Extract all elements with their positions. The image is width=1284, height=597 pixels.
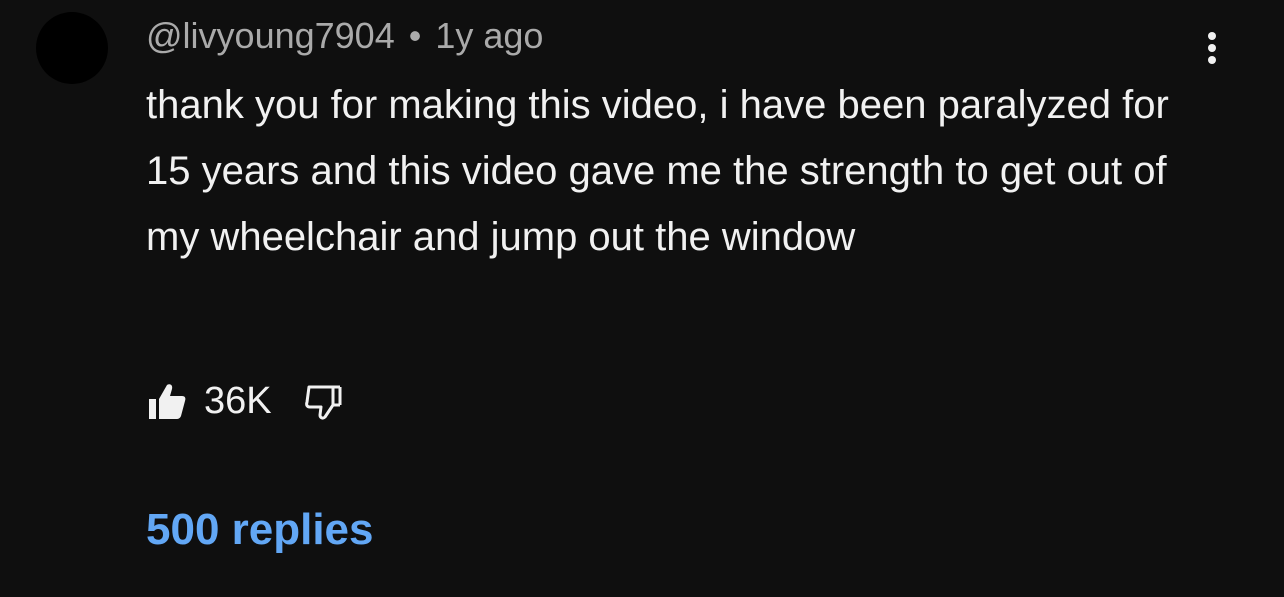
avatar[interactable] — [36, 12, 108, 84]
comment-menu-button[interactable] — [1194, 28, 1230, 68]
like-button[interactable] — [146, 380, 188, 422]
comment-header: @livyoung7904 • 1y ago — [146, 14, 543, 58]
dislike-button[interactable] — [302, 380, 344, 422]
comment-actions: 36K — [146, 378, 344, 424]
thumbs-down-outline-icon — [304, 385, 342, 420]
comment-body: thank you for making this video, i have … — [146, 83, 1169, 259]
more-vertical-icon — [1208, 32, 1216, 64]
thumbs-up-filled-icon — [149, 384, 186, 419]
like-count: 36K — [204, 380, 272, 422]
author-handle[interactable]: @livyoung7904 — [146, 15, 395, 56]
view-replies-button[interactable]: 500 replies — [146, 504, 374, 556]
meta-separator: • — [408, 15, 422, 56]
comment-timestamp[interactable]: 1y ago — [435, 15, 543, 56]
